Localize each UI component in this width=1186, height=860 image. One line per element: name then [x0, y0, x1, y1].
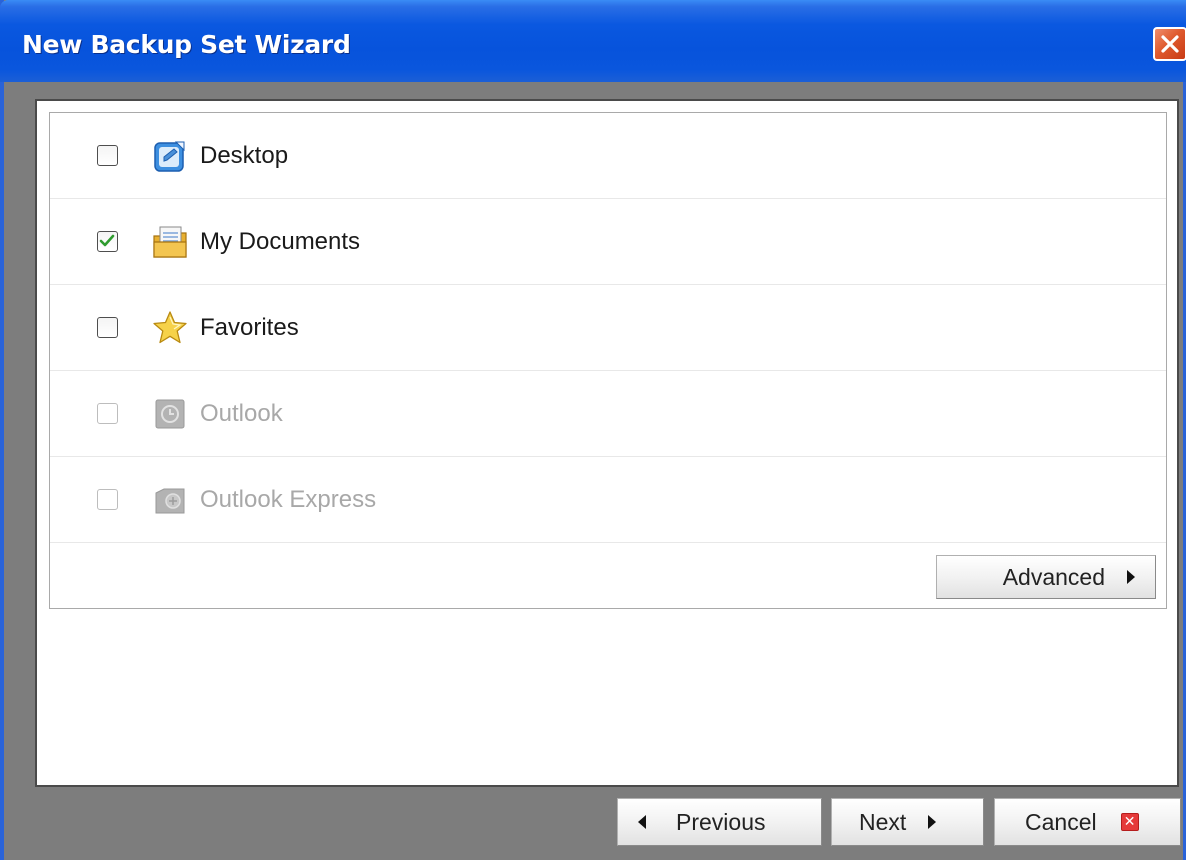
favorites-label: Favorites [200, 314, 299, 341]
backup-source-list: Desktop My Documents Favorites Outlook O… [49, 112, 1167, 609]
close-icon [1161, 35, 1179, 53]
my-documents-checkbox[interactable] [97, 231, 118, 252]
wizard-window: New Backup Set Wizard Desktop My Documen… [0, 0, 1186, 860]
window-title: New Backup Set Wizard [22, 30, 351, 59]
cancel-button-label: Cancel [1025, 808, 1097, 835]
previous-button[interactable]: Previous [617, 798, 822, 846]
next-button[interactable]: Next [831, 798, 984, 846]
cancel-x-icon: ✕ [1120, 813, 1139, 831]
cancel-button[interactable]: Cancel ✕ [994, 798, 1181, 846]
arrow-right-icon [928, 815, 937, 829]
outlook-checkbox [97, 403, 118, 424]
content-panel: Desktop My Documents Favorites Outlook O… [35, 99, 1179, 787]
arrow-right-icon [1127, 570, 1135, 584]
desktop-label: Desktop [200, 142, 289, 169]
list-item-desktop[interactable]: Desktop [50, 113, 1166, 199]
outlook-express-label: Outlook Express [200, 486, 377, 513]
list-item-outlook-express: Outlook Express [50, 457, 1166, 543]
advanced-button-label: Advanced [1002, 563, 1105, 590]
my-documents-icon [153, 226, 187, 258]
close-button[interactable] [1153, 27, 1186, 61]
advanced-button[interactable]: Advanced [936, 555, 1156, 599]
my-documents-label: My Documents [200, 228, 361, 255]
list-item-outlook: Outlook [50, 371, 1166, 457]
arrow-left-icon [638, 815, 646, 829]
title-bar[interactable]: New Backup Set Wizard [0, 0, 1186, 82]
outlook-express-icon [155, 488, 185, 514]
favorites-star-icon [153, 311, 187, 344]
outlook-icon [155, 399, 185, 429]
desktop-icon [154, 141, 185, 172]
list-item-my-documents[interactable]: My Documents [50, 199, 1166, 285]
favorites-checkbox[interactable] [97, 317, 118, 338]
list-item-favorites[interactable]: Favorites [50, 285, 1166, 371]
outlook-express-checkbox [97, 489, 118, 510]
checkmark-icon [99, 234, 115, 247]
desktop-checkbox[interactable] [97, 145, 118, 166]
previous-button-label: Previous [676, 808, 766, 835]
next-button-label: Next [859, 808, 907, 835]
outlook-label: Outlook [200, 400, 283, 427]
